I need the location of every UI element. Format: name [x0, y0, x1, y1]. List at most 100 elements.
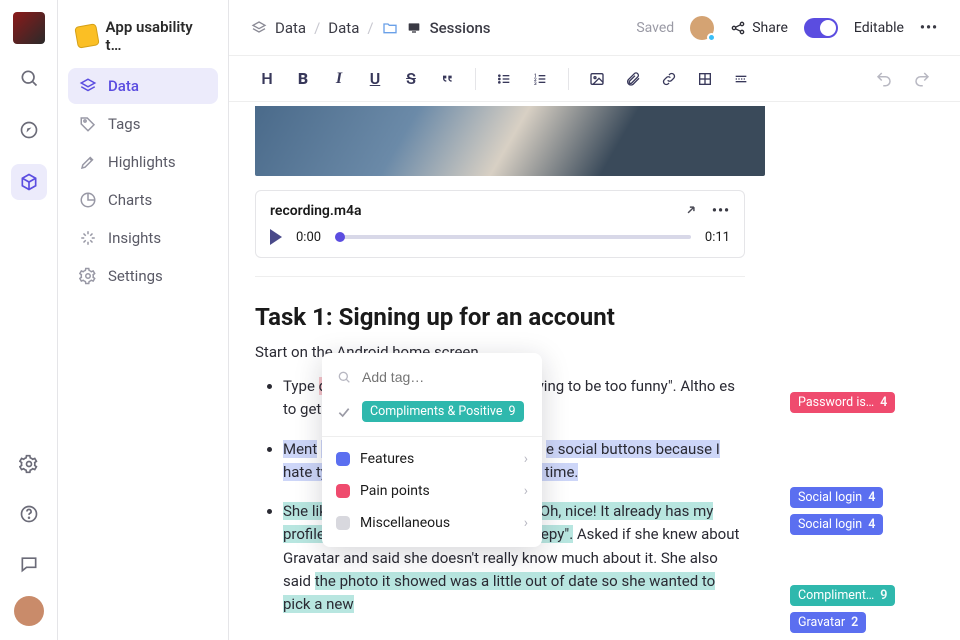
- audio-player: recording.m4a ••• 0:00 0:11: [255, 190, 745, 258]
- gear-icon: [78, 266, 98, 286]
- breadcrumb-item[interactable]: Data: [275, 19, 306, 37]
- toolbar-sep: [475, 68, 476, 90]
- sidebar-item-label: Insights: [108, 229, 161, 247]
- popover-sep: [322, 436, 542, 437]
- project-sidebar: App usability t… Data Tags Highlights Ch…: [58, 0, 228, 640]
- attach-button[interactable]: [617, 63, 649, 95]
- italic-button[interactable]: I: [323, 63, 355, 95]
- layers-icon: [78, 76, 98, 96]
- play-button[interactable]: [270, 229, 282, 245]
- sidebar-item-label: Tags: [108, 115, 140, 133]
- sidebar-item-label: Charts: [108, 191, 152, 209]
- bullet-list-button[interactable]: [488, 63, 520, 95]
- sidebar-item-highlights[interactable]: Highlights: [68, 144, 218, 180]
- audio-seek-track[interactable]: [335, 235, 691, 239]
- sidebar-item-label: Highlights: [108, 153, 176, 171]
- sidebar-item-tags[interactable]: Tags: [68, 106, 218, 142]
- chevron-right-icon: ›: [524, 515, 528, 531]
- image-button[interactable]: [581, 63, 613, 95]
- applied-tag-row[interactable]: Compliments & Positive9: [322, 393, 542, 430]
- highlight-blue[interactable]: Ment: [283, 440, 317, 458]
- breadcrumb-sep: /: [314, 19, 320, 37]
- audio-duration: 0:11: [705, 230, 730, 245]
- redo-button[interactable]: [906, 63, 938, 95]
- app-logo[interactable]: [13, 12, 45, 44]
- top-bar: Data / Data / Sessions Saved Share Edita…: [229, 0, 960, 56]
- color-swatch: [336, 484, 350, 498]
- breadcrumb: Data / Data / Sessions: [251, 19, 491, 37]
- editable-label: Editable: [854, 20, 904, 36]
- breadcrumb-item[interactable]: Data: [328, 19, 359, 37]
- number-list-button[interactable]: 123: [524, 63, 556, 95]
- sidebar-item-label: Settings: [108, 267, 163, 285]
- project-icon: [74, 23, 99, 48]
- quote-button[interactable]: [431, 63, 463, 95]
- link-button[interactable]: [653, 63, 685, 95]
- format-toolbar: H B I U S 123: [229, 56, 960, 102]
- tag-search-row: [322, 361, 542, 393]
- tag-search-input[interactable]: [362, 369, 543, 385]
- chevron-right-icon: ›: [524, 451, 528, 467]
- layers-icon: [251, 20, 267, 36]
- search-icon[interactable]: [11, 60, 47, 96]
- feedback-icon[interactable]: [11, 546, 47, 582]
- tag-category-painpoints[interactable]: Pain points ›: [322, 475, 542, 507]
- audio-filename: recording.m4a: [270, 203, 362, 219]
- folder-icon: [382, 20, 398, 36]
- sidebar-item-settings[interactable]: Settings: [68, 258, 218, 294]
- tag-popover: Compliments & Positive9 Features › Pain …: [322, 353, 542, 547]
- check-icon: [336, 404, 352, 420]
- margin-tag[interactable]: Social login4: [790, 514, 883, 535]
- undo-button[interactable]: [868, 63, 900, 95]
- breadcrumb-sep: /: [367, 19, 373, 37]
- sidebar-item-insights[interactable]: Insights: [68, 220, 218, 256]
- presence-dot: [707, 33, 716, 42]
- tag-category-features[interactable]: Features ›: [322, 443, 542, 475]
- applied-tag-chip[interactable]: Compliments & Positive9: [362, 401, 524, 422]
- settings-gear-icon[interactable]: [11, 446, 47, 482]
- svg-text:3: 3: [534, 81, 537, 87]
- project-title[interactable]: App usability t…: [68, 12, 218, 60]
- hero-image[interactable]: [255, 106, 765, 176]
- margin-tag[interactable]: Social login4: [790, 487, 883, 508]
- icon-rail: [0, 0, 58, 640]
- editable-toggle[interactable]: [804, 18, 838, 38]
- search-icon: [336, 369, 352, 385]
- collaborator-avatar[interactable]: [690, 16, 714, 40]
- audio-seek-thumb[interactable]: [335, 232, 345, 242]
- underline-button[interactable]: U: [359, 63, 391, 95]
- highlighter-icon: [78, 152, 98, 172]
- audio-more-icon[interactable]: •••: [712, 203, 730, 219]
- color-swatch: [336, 516, 350, 530]
- sidebar-item-data[interactable]: Data: [68, 68, 218, 104]
- divider-button[interactable]: [725, 63, 757, 95]
- more-menu-icon[interactable]: •••: [920, 20, 938, 36]
- divider: [255, 276, 745, 277]
- task-heading: Task 1: Signing up for an account: [255, 303, 760, 331]
- tag-icon: [78, 114, 98, 134]
- save-status: Saved: [636, 20, 674, 36]
- share-button[interactable]: Share: [730, 20, 788, 36]
- project-title-label: App usability t…: [106, 18, 210, 54]
- margin-tag[interactable]: Password is…4: [790, 392, 895, 413]
- heading-button[interactable]: H: [251, 63, 283, 95]
- compass-icon[interactable]: [11, 112, 47, 148]
- tag-category-misc[interactable]: Miscellaneous ›: [322, 507, 542, 539]
- toolbar-sep: [568, 68, 569, 90]
- margin-tag[interactable]: Compliment…9: [790, 585, 895, 606]
- help-icon[interactable]: [11, 496, 47, 532]
- expand-icon[interactable]: [684, 203, 698, 219]
- breadcrumb-item[interactable]: Sessions: [430, 19, 491, 37]
- package-icon[interactable]: [11, 164, 47, 200]
- piechart-icon: [78, 190, 98, 210]
- sidebar-item-charts[interactable]: Charts: [68, 182, 218, 218]
- sparkle-icon: [78, 228, 98, 248]
- share-label: Share: [752, 20, 788, 36]
- strike-button[interactable]: S: [395, 63, 427, 95]
- bold-button[interactable]: B: [287, 63, 319, 95]
- margin-tag[interactable]: Gravatar2: [790, 612, 866, 633]
- table-button[interactable]: [689, 63, 721, 95]
- tag-margin: Password is…4 Social login4 Social login…: [786, 102, 960, 640]
- audio-current-time: 0:00: [296, 230, 321, 245]
- user-avatar[interactable]: [14, 596, 44, 626]
